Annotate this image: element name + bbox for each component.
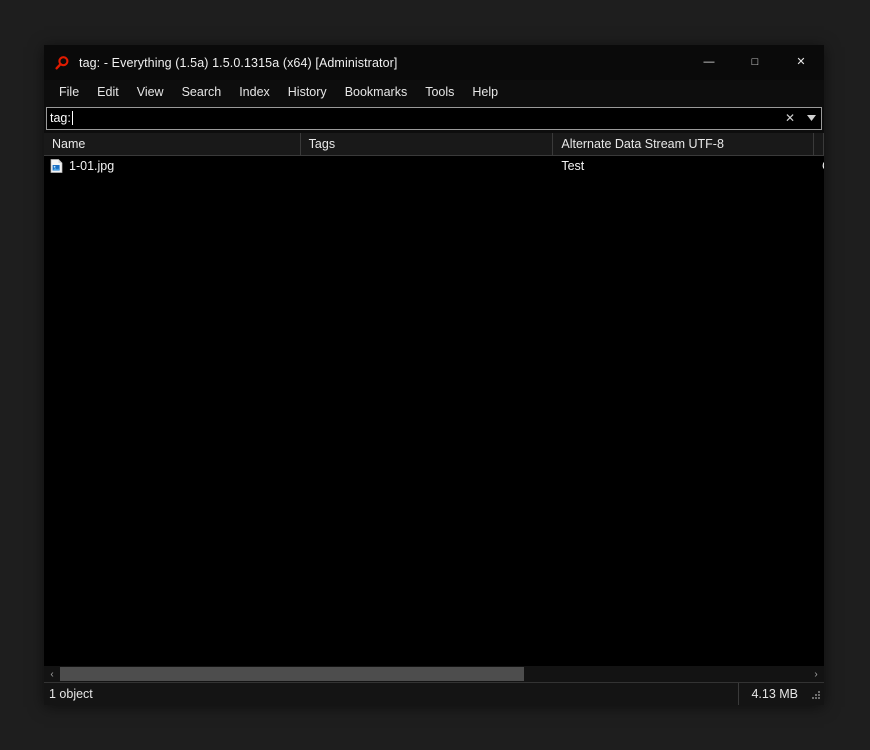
horizontal-scrollbar[interactable]: ‹ › [44,665,824,682]
menu-item-file[interactable]: File [50,82,88,102]
maximize-button[interactable]: □ [732,45,778,80]
results-rows: 1-01.jpg Test C [44,156,824,665]
scroll-right-button[interactable]: › [808,666,824,682]
image-file-icon [50,158,63,173]
total-size-label: 4.13 MB [738,683,808,705]
table-row[interactable]: 1-01.jpg Test C [44,156,824,175]
scrollbar-track[interactable] [60,666,808,682]
magnifier-icon [55,55,69,70]
resize-grip-icon[interactable] [808,687,822,701]
column-header[interactable]: Name [44,133,301,155]
text-caret [71,111,73,125]
scrollbar-thumb[interactable] [60,667,524,681]
title-bar[interactable]: tag: - Everything (1.5a) 1.5.0.1315a (x6… [44,45,824,80]
close-icon: ✕ [796,56,806,68]
file-name-label: 1-01.jpg [69,158,115,173]
search-input-value: tag: [50,111,71,125]
object-count-label: 1 object [49,687,93,701]
menu-item-tools[interactable]: Tools [416,82,463,102]
cell-name: 1-01.jpg [44,159,301,173]
menu-item-bookmarks[interactable]: Bookmarks [336,82,417,102]
menu-item-edit[interactable]: Edit [88,82,128,102]
status-bar: 1 object 4.13 MB [44,682,824,705]
menu-item-history[interactable]: History [279,82,336,102]
scroll-left-button[interactable]: ‹ [44,666,60,682]
chevron-left-icon: ‹ [50,668,54,680]
maximize-icon: □ [751,56,759,68]
cell-alternate_data_stream_utf8: Test [553,159,814,173]
menu-item-help[interactable]: Help [463,82,507,102]
clear-search-button[interactable]: ✕ [779,108,801,129]
column-header[interactable]: P [814,133,824,155]
menu-bar: File Edit View Search Index History Bookmarks T… [44,80,824,104]
chevron-down-icon [806,115,816,121]
menu-item-index[interactable]: Index [230,82,279,102]
menu-item-search[interactable]: Search [173,82,231,102]
search-input[interactable]: tag: ✕ [46,106,822,130]
minimize-icon: — [703,56,715,68]
window-controls: — □ ✕ [686,45,824,80]
search-history-dropdown-button[interactable] [801,108,821,129]
chevron-right-icon: › [814,668,818,680]
results-list: NameTagsAlternate Data Stream UTF-8P 1-0… [44,133,824,665]
menu-item-view[interactable]: View [128,82,173,102]
cell-path: C [814,159,824,173]
column-header[interactable]: Tags [301,133,554,155]
search-bar: tag: ✕ [44,104,824,133]
cell-text: Test [561,158,585,173]
close-button[interactable]: ✕ [778,45,824,80]
close-icon: ✕ [784,111,796,125]
window-title: tag: - Everything (1.5a) 1.5.0.1315a (x6… [79,55,398,70]
column-header[interactable]: Alternate Data Stream UTF-8 [553,133,814,155]
everything-window: tag: - Everything (1.5a) 1.5.0.1315a (x6… [44,45,824,705]
cell-text: C [822,159,824,173]
column-header-row: NameTagsAlternate Data Stream UTF-8P [44,133,824,156]
minimize-button[interactable]: — [686,45,732,80]
